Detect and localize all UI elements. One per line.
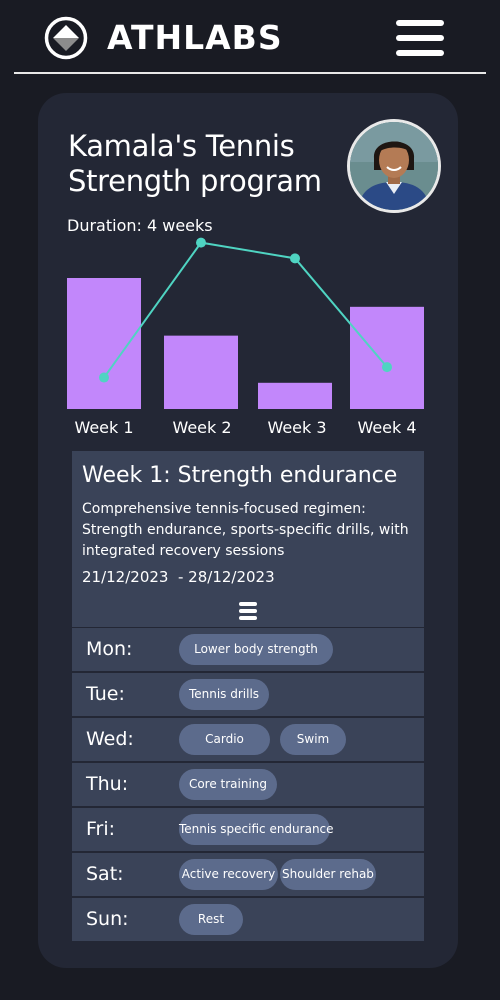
day-label: Tue:	[86, 683, 125, 705]
week-title: Week 1: Strength endurance	[82, 463, 398, 488]
chart-line	[103, 241, 388, 379]
chart-point	[196, 237, 206, 248]
chart-bar	[67, 278, 141, 409]
day-label: Thu:	[86, 773, 129, 795]
chart-point	[290, 253, 300, 264]
chart-x-label: Week 4	[357, 418, 416, 437]
schedule-row: Tue: Tennis drills	[72, 673, 424, 716]
activity-chip[interactable]: Rest	[179, 904, 243, 935]
chart-bar	[350, 306, 424, 409]
chart-x-label: Week 2	[172, 418, 231, 437]
chart-point	[99, 372, 109, 383]
logo-icon[interactable]	[44, 16, 88, 60]
athlete-avatar	[347, 119, 441, 213]
activity-chip[interactable]: Core training	[179, 769, 277, 800]
schedule-row: Wed: Cardio Swim	[72, 718, 424, 761]
chart-x-label: Week 1	[74, 418, 133, 437]
list-toggle-icon[interactable]	[239, 602, 257, 620]
schedule-row: Sun: Rest	[72, 898, 424, 941]
activity-chip[interactable]: Tennis drills	[179, 679, 269, 710]
week-dates: 21/12/2023 - 28/12/2023	[82, 568, 275, 586]
activity-chip[interactable]: Swim	[280, 724, 346, 755]
day-label: Sun:	[86, 908, 129, 930]
day-label: Fri:	[86, 818, 116, 840]
brand-name: ATHLABS	[107, 18, 283, 57]
schedule-row: Thu: Core training	[72, 763, 424, 806]
menu-icon[interactable]	[396, 20, 444, 56]
header-divider	[14, 72, 486, 74]
week-description: Comprehensive tennis-focused regimen: St…	[82, 501, 409, 559]
activity-chip[interactable]: Lower body strength	[179, 634, 333, 665]
chart-x-label: Week 3	[267, 418, 326, 437]
chart-point	[382, 362, 392, 373]
schedule-row: Sat: Active recovery Shoulder rehab	[72, 853, 424, 896]
program-card: Kamala's Tennis Strength program Duratio…	[38, 93, 458, 968]
program-duration: Duration: 4 weeks	[67, 216, 213, 235]
activity-chip[interactable]: Cardio	[179, 724, 270, 755]
week-details-panel: Week 1: Strength endurance Comprehensive…	[72, 451, 424, 627]
chart-bar	[164, 335, 238, 409]
weekly-schedule: Mon: Lower body strength Tue: Tennis drills…	[72, 628, 424, 943]
activity-chip[interactable]: Tennis specific endurance	[179, 814, 334, 845]
day-label: Wed:	[86, 728, 134, 750]
activity-chip[interactable]: Shoulder rehab	[280, 859, 376, 890]
schedule-row: Mon: Lower body strength	[72, 628, 424, 671]
schedule-row: Fri: Tennis specific endurance	[72, 808, 424, 851]
activity-chip[interactable]: Active recovery	[179, 859, 278, 890]
day-label: Mon:	[86, 638, 133, 660]
top-bar: ATHLABS	[0, 0, 500, 76]
program-title: Kamala's Tennis Strength program	[68, 129, 322, 198]
day-label: Sat:	[86, 863, 124, 885]
chart-bar	[258, 382, 332, 409]
